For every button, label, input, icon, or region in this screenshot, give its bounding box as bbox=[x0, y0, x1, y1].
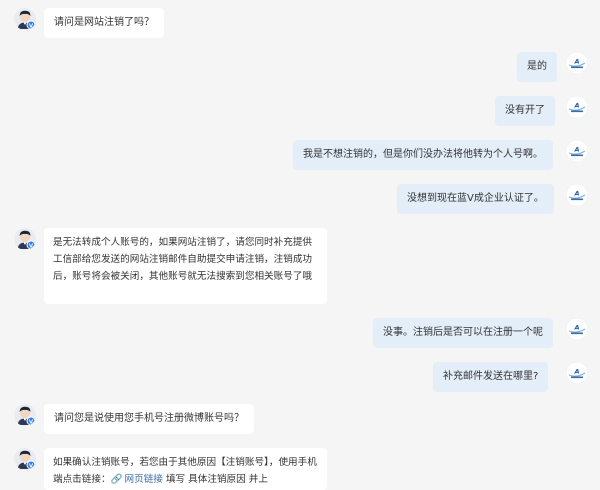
svg-text:A: A bbox=[573, 146, 579, 154]
message-text: 没想到现在蓝V成企业认证了。 bbox=[407, 193, 544, 204]
message-text: 没事。注销后是否可以在注册一个呢 bbox=[383, 327, 543, 338]
user-avatar[interactable]: A bbox=[566, 318, 588, 340]
web-link[interactable]: 网页链接 bbox=[125, 474, 163, 485]
svg-text:V: V bbox=[29, 419, 34, 425]
user-avatar[interactable]: A bbox=[566, 362, 588, 384]
message-bubble: 没有开了 bbox=[495, 96, 555, 126]
message-text: 是的 bbox=[527, 61, 547, 72]
svg-text:V: V bbox=[29, 243, 34, 249]
agent-avatar[interactable]: V bbox=[14, 8, 36, 30]
message-text: 没有开了 bbox=[505, 105, 545, 116]
user-avatar[interactable]: A bbox=[566, 184, 588, 206]
agent-avatar[interactable]: V bbox=[14, 404, 36, 426]
svg-text:V: V bbox=[29, 23, 34, 29]
message-text: 是无法转成个人账号的，如果网站注销了，请您同时补充提供工信部给您发送的网站注销邮… bbox=[53, 237, 313, 282]
svg-text:A: A bbox=[573, 102, 579, 110]
message-text: 我是不想注销的，但是你们没办法将他转为个人号啊。 bbox=[303, 149, 543, 160]
message-text: 填写 具体注销原因 并上 bbox=[162, 474, 268, 485]
message-bubble: 是的 bbox=[517, 52, 557, 82]
link-icon: 🔗 bbox=[110, 474, 123, 485]
agent-avatar[interactable]: V bbox=[14, 228, 36, 250]
message-bubble: 请问您是说使用您手机号注册微博账号吗？ bbox=[44, 404, 254, 434]
message-bubble: 补充邮件发送在哪里? bbox=[433, 362, 549, 392]
message-text: 请问是网站注销了吗？ bbox=[54, 17, 154, 28]
user-avatar[interactable]: A bbox=[566, 52, 588, 74]
user-avatar[interactable]: A bbox=[566, 140, 588, 162]
svg-text:A: A bbox=[573, 324, 579, 332]
message-bubble: 我是不想注销的，但是你们没办法将他转为个人号啊。 bbox=[293, 140, 553, 170]
message-bubble: 没事。注销后是否可以在注册一个呢 bbox=[373, 318, 553, 348]
svg-text:A: A bbox=[573, 190, 579, 198]
agent-avatar[interactable]: V bbox=[14, 448, 36, 470]
message-text: 请问您是说使用您手机号注册微博账号吗？ bbox=[54, 413, 244, 424]
message-bubble: 是无法转成个人账号的，如果网站注销了，请您同时补充提供工信部给您发送的网站注销邮… bbox=[44, 228, 327, 304]
svg-text:A: A bbox=[573, 58, 579, 66]
svg-text:V: V bbox=[29, 463, 34, 469]
message-text: 补充邮件发送在哪里? bbox=[443, 371, 539, 382]
chat-window: V 请问是网站注销了吗？ A 是的 A 没有开了 A 我是不想注销的，但是你们没… bbox=[0, 0, 600, 490]
user-avatar[interactable]: A bbox=[566, 96, 588, 118]
message-bubble: 请问是网站注销了吗？ bbox=[44, 8, 164, 38]
message-bubble: 没想到现在蓝V成企业认证了。 bbox=[397, 184, 554, 214]
svg-text:A: A bbox=[573, 368, 579, 376]
message-bubble: 如果确认注销账号，若您由于其他原因【注销账号】，使用手机端点击链接：🔗 网页链接 … bbox=[44, 448, 327, 490]
